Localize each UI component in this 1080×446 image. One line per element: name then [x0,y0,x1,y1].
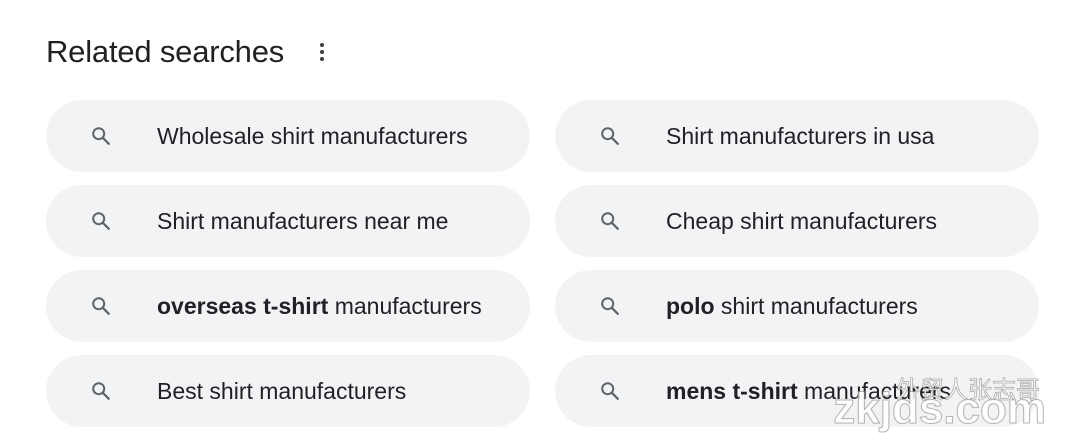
more-vert-icon [320,43,325,47]
related-search-chip[interactable]: Cheap shirt manufacturers [555,185,1039,257]
more-vert-icon-dot [320,50,325,54]
watermark-domain: zkjds.com [833,384,1047,434]
more-options-button[interactable] [310,32,334,72]
related-search-chip[interactable]: polo shirt manufacturers [555,270,1039,342]
search-icon [601,127,619,145]
related-search-chip[interactable]: Shirt manufacturers near me [46,185,530,257]
related-search-label: polo shirt manufacturers [666,292,918,319]
related-search-label: overseas t-shirt manufacturers [157,292,482,319]
related-search-chip[interactable]: Best shirt manufacturers [46,355,530,427]
search-icon [601,212,619,230]
related-search-chip[interactable]: overseas t-shirt manufacturers [46,270,530,342]
related-search-label: Cheap shirt manufacturers [666,207,938,234]
related-search-label: Shirt manufacturers in usa [666,122,935,149]
search-icon [92,212,110,230]
search-icon [601,297,619,315]
related-search-label: Shirt manufacturers near me [157,207,449,234]
related-searches-header: Related searches [46,30,334,74]
related-searches-panel: Related searches Wholesale shirt manufac… [0,0,1080,446]
related-searches-grid: Wholesale shirt manufacturers Shirt manu… [46,100,1039,427]
related-search-label: Wholesale shirt manufacturers [157,122,468,149]
related-search-label: Best shirt manufacturers [157,377,407,404]
search-icon [601,382,619,400]
search-icon [92,297,110,315]
related-search-chip[interactable]: Shirt manufacturers in usa [555,100,1039,172]
more-vert-icon-dot [320,57,325,61]
section-title: Related searches [46,34,285,69]
search-icon [92,382,110,400]
related-search-chip[interactable]: Wholesale shirt manufacturers [46,100,530,172]
search-icon [92,127,110,145]
